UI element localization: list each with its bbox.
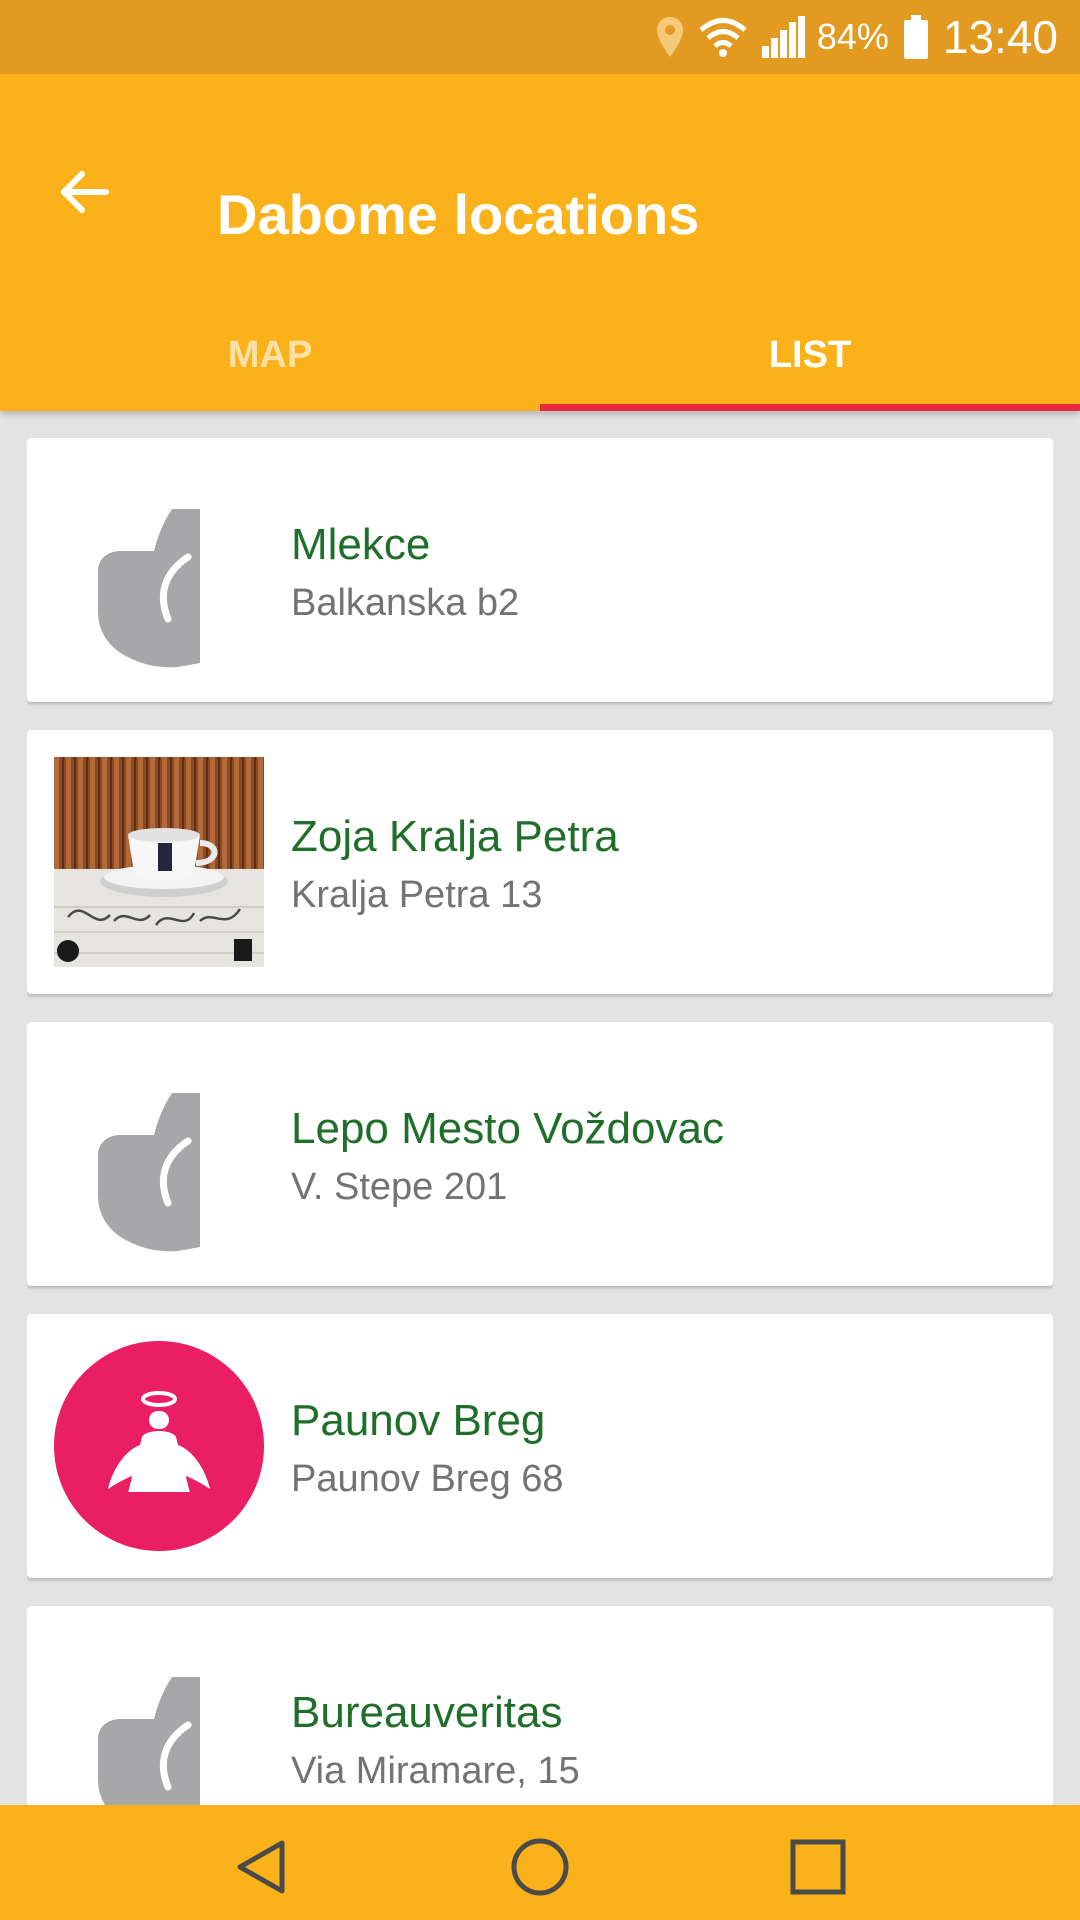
location-address: Kralja Petra 13 [291,874,543,916]
battery-percent: 84% [816,16,889,57]
location-name: Lepo Mesto Voždovac [291,1104,724,1153]
status-bar: 84% 13:40 [0,0,1080,74]
battery-icon [903,15,929,59]
home-circle-icon [511,1838,569,1896]
navigation-bar [0,1805,1080,1920]
nav-back-button[interactable] [217,1822,307,1912]
back-triangle-icon [237,1840,285,1894]
location-address: V. Stepe 201 [291,1166,508,1208]
location-name: Mlekce [291,520,431,569]
nav-home-button[interactable] [495,1822,585,1912]
recents-square-icon [790,1839,846,1895]
location-icon [655,15,685,59]
location-address: Via Miramare, 15 [291,1750,580,1792]
nav-recents-button[interactable] [773,1822,863,1912]
location-address: Paunov Breg 68 [291,1458,564,1500]
location-name: Zoja Kralja Petra [291,812,619,861]
arrow-back-icon [61,171,109,213]
signal-icon [761,16,807,58]
clock: 13:40 [942,11,1058,63]
back-button[interactable] [46,154,122,230]
location-card[interactable]: Bureauveritas Via Miramare, 15 [27,1606,1053,1805]
thumbs-up-placeholder-icon [54,465,264,675]
locations-list[interactable]: Mlekce Balkanska b2 Zoja Kralja Petra Kr… [27,438,1053,1805]
angel-logo [54,1341,264,1551]
tab-map[interactable]: MAP [0,300,540,411]
coffee-cup-photo [54,757,264,967]
tab-list[interactable]: LIST [540,300,1080,411]
location-card[interactable]: Zoja Kralja Petra Kralja Petra 13 [27,730,1053,994]
location-card[interactable]: Lepo Mesto Voždovac V. Stepe 201 [27,1022,1053,1286]
thumbs-up-placeholder-icon [54,1633,264,1805]
location-address: Balkanska b2 [291,582,520,624]
tab-indicator [540,404,1080,411]
page-title: Dabome locations [217,183,700,246]
app-bar: Dabome locations MAP LIST [0,74,1080,411]
location-card[interactable]: Paunov Breg Paunov Breg 68 [27,1314,1053,1578]
thumbs-up-placeholder-icon [54,1049,264,1259]
location-name: Paunov Breg [291,1396,546,1445]
wifi-icon [699,17,747,57]
location-card[interactable]: Mlekce Balkanska b2 [27,438,1053,702]
location-name: Bureauveritas [291,1688,563,1737]
